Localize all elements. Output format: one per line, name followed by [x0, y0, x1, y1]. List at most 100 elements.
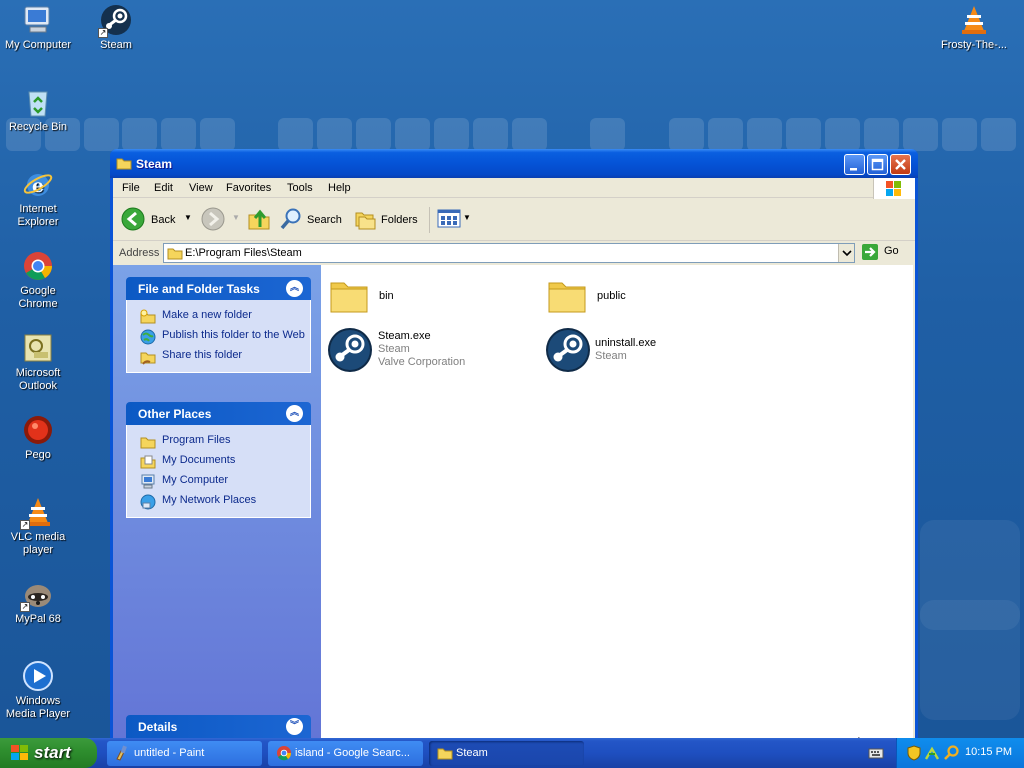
file-name: bin — [379, 290, 394, 302]
file-item-public[interactable]: public — [547, 275, 747, 315]
views-button[interactable]: ▼ — [435, 207, 471, 233]
desktop-icon-label: Pego — [25, 449, 51, 461]
task-label: Make a new folder — [162, 309, 252, 321]
clock[interactable]: 10:15 PM — [965, 746, 1012, 758]
folder-icon — [547, 275, 587, 319]
other-place-my-computer[interactable]: My Computer — [127, 471, 310, 491]
desktop-icon-label: MyPal 68 — [15, 613, 61, 625]
window-title: Steam — [136, 157, 173, 171]
panel-title: File and Folder Tasks — [138, 282, 260, 296]
back-arrow-icon — [121, 207, 145, 234]
desktop-icon-label: Internet Explorer — [17, 203, 59, 228]
minimize-button[interactable] — [844, 154, 865, 175]
file-folder-tasks-header[interactable]: File and Folder Tasks ︽ — [126, 277, 311, 300]
chevron-down-icon[interactable]: ▼ — [184, 213, 192, 222]
menu-bar: File Edit View Favorites Tools Help — [113, 178, 915, 199]
file-item-uninstall-exe[interactable]: uninstall.exe Steam — [545, 327, 755, 375]
shortcut-arrow-icon: ↗ — [20, 520, 30, 530]
place-label: My Network Places — [162, 494, 257, 506]
menu-file[interactable]: File — [122, 182, 140, 194]
steam-icon: ↗ — [98, 4, 132, 38]
search-icon — [279, 207, 303, 234]
menu-view[interactable]: View — [189, 182, 213, 194]
steam-icon — [327, 327, 373, 377]
file-item-steam-exe[interactable]: Steam.exe Steam Valve Corporation — [327, 327, 537, 375]
steam-icon — [545, 327, 591, 377]
desktop-icon-my-computer[interactable]: My Computer — [0, 4, 76, 52]
panel-title: Other Places — [138, 407, 212, 421]
network-icon[interactable] — [924, 745, 940, 764]
menu-favorites[interactable]: Favorites — [226, 182, 271, 194]
expand-chevron-icon[interactable]: ︾ — [286, 718, 303, 735]
forward-arrow-icon — [201, 207, 225, 234]
menu-tools[interactable]: Tools — [287, 182, 313, 194]
views-icon — [437, 209, 461, 232]
other-place-my-documents[interactable]: My Documents — [127, 451, 310, 471]
desktop-icon-internet-explorer[interactable]: e Internet Explorer — [0, 168, 76, 229]
shortcut-arrow-icon: ↗ — [98, 28, 108, 38]
start-button[interactable]: start — [0, 738, 97, 768]
file-name: Steam.exe — [378, 330, 431, 342]
desktop-icon-google-chrome[interactable]: Google Chrome — [0, 250, 76, 311]
publish-folder-link[interactable]: Publish this folder to the Web — [127, 326, 310, 346]
close-button[interactable] — [890, 154, 911, 175]
chrome-icon — [276, 745, 292, 764]
search-icon[interactable] — [943, 745, 959, 764]
raccoon-icon: ↗ — [20, 578, 54, 612]
desktop-icon-windows-media-player[interactable]: Windows Media Player — [0, 660, 76, 721]
taskbar-item-chrome[interactable]: island - Google Searc... — [268, 741, 423, 766]
collapse-chevron-icon[interactable]: ︽ — [286, 405, 303, 422]
back-button[interactable]: Back ▼ — [121, 207, 192, 234]
maximize-button[interactable] — [867, 154, 888, 175]
desktop-icon-recycle-bin[interactable]: Recycle Bin — [0, 86, 76, 134]
desktop-icon-mypal[interactable]: ↗ MyPal 68 — [0, 578, 76, 626]
collapse-chevron-icon[interactable]: ︽ — [286, 280, 303, 297]
file-company: Valve Corporation — [378, 356, 466, 368]
explorer-window[interactable]: Steam File Edit View Favorites Tools Hel… — [110, 149, 918, 757]
desktop-icon-steam[interactable]: ↗ Steam — [78, 4, 154, 52]
other-place-program-files[interactable]: Program Files — [127, 431, 310, 451]
address-dropdown-button[interactable] — [838, 244, 854, 262]
paint-icon — [114, 745, 130, 764]
taskbar-item-steam[interactable]: Steam — [429, 741, 584, 766]
go-label: Go — [884, 245, 899, 257]
forward-button[interactable]: ▼ — [201, 207, 241, 233]
other-places-header[interactable]: Other Places ︽ — [126, 402, 311, 425]
security-shield-icon[interactable] — [907, 745, 921, 764]
menu-help[interactable]: Help — [328, 182, 351, 194]
windows-logo-icon — [10, 744, 30, 765]
computer-icon — [22, 4, 54, 36]
keyboard-icon[interactable] — [868, 748, 884, 763]
desktop-icon-vlc[interactable]: ↗ VLC media player — [0, 496, 76, 557]
desktop-icon-label: VLC media player — [10, 531, 66, 556]
search-label: Search — [307, 214, 342, 226]
address-value: E:\Program Files\Steam — [185, 247, 302, 259]
place-label: My Documents — [162, 454, 236, 466]
title-bar[interactable]: Steam — [110, 149, 918, 178]
new-folder-icon — [140, 309, 156, 325]
task-pane: File and Folder Tasks ︽ Make a new folde… — [113, 265, 321, 740]
file-item-bin[interactable]: bin — [329, 275, 529, 315]
details-panel: Details ︾ — [126, 715, 311, 738]
share-folder-link[interactable]: Share this folder — [127, 346, 310, 366]
details-header[interactable]: Details ︾ — [126, 715, 311, 738]
folder-icon — [437, 746, 453, 763]
taskbar-item-paint[interactable]: untitled - Paint — [107, 741, 262, 766]
task-label: Share this folder — [162, 349, 243, 361]
desktop-icon-pego[interactable]: Pego — [0, 414, 76, 462]
folders-button[interactable]: Folders — [353, 207, 423, 233]
windows-logo-icon — [873, 178, 915, 199]
documents-folder-icon — [140, 454, 156, 470]
up-folder-button[interactable] — [247, 207, 273, 233]
other-place-my-network-places[interactable]: My Network Places — [127, 491, 310, 511]
address-input[interactable]: E:\Program Files\Steam — [163, 243, 855, 263]
desktop-icon-label: My Computer — [4, 39, 72, 51]
make-new-folder-link[interactable]: Make a new folder — [127, 306, 310, 326]
desktop-icon-frosty[interactable]: Frosty-The-... — [936, 4, 1012, 52]
search-button[interactable]: Search — [279, 207, 345, 233]
desktop-icon-outlook[interactable]: Microsoft Outlook — [0, 332, 76, 393]
menu-edit[interactable]: Edit — [154, 182, 173, 194]
address-label: Address — [119, 247, 160, 259]
chevron-down-icon — [842, 250, 852, 257]
up-folder-icon — [248, 209, 270, 230]
